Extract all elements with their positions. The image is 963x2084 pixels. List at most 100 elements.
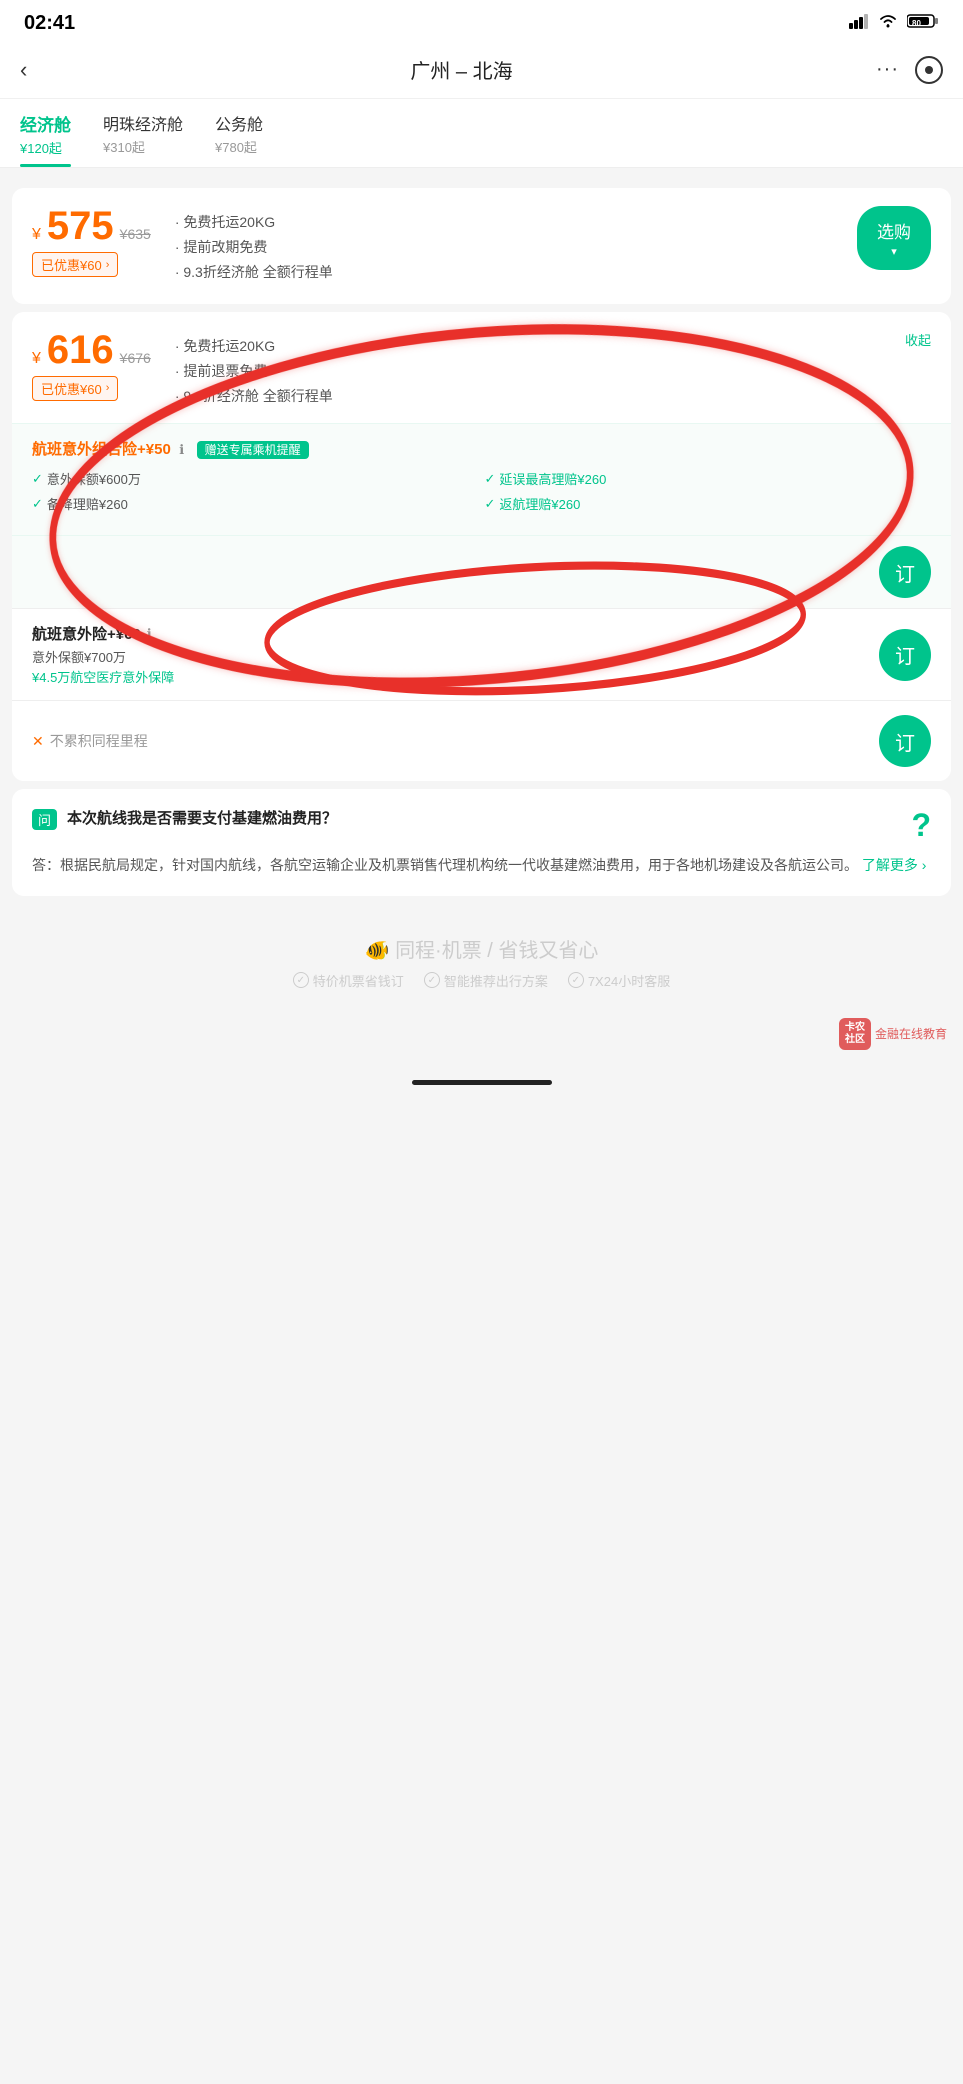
insurance-2-desc-2: ¥4.5万航空医疗意外保障 <box>32 667 879 686</box>
insurance-feature-3: ✓ 备降理赔¥260 <box>32 494 479 513</box>
check-icon-1: ✓ <box>32 471 43 487</box>
footer-feature-1: ✓ 特价机票省钱订 <box>293 971 404 990</box>
price-section-1: ¥ 575 ¥635 已优惠¥60 › <box>32 206 151 277</box>
cabin-tabs: 经济舱 ¥120起 明珠经济舱 ¥310起 公务舱 ¥780起 <box>0 99 963 168</box>
price-main-1: ¥ 575 ¥635 <box>32 206 151 246</box>
insurance-gift-badge: 赠送专属乘机提醒 <box>197 441 309 459</box>
price-original-1: ¥635 <box>120 226 151 242</box>
check-icon-2: ✓ <box>485 471 496 487</box>
select-button-1[interactable]: 选购 ▾ <box>857 206 931 270</box>
content-area: ¥ 575 ¥635 已优惠¥60 › 免费托运20KG 提前改期免费 9.3折… <box>0 168 963 1113</box>
watermark-icon: 卡农社区 <box>839 1018 871 1050</box>
flight-card-2: ¥ 616 ¥676 已优惠¥60 › 免费托运20KG 提前退票免费 9.8折… <box>12 312 951 424</box>
order-button-1[interactable]: 订 <box>879 546 931 598</box>
feature-2-3: 9.8折经济舱 全额行程单 <box>175 384 905 409</box>
tab-economy-price: ¥120起 <box>20 138 62 157</box>
status-icons: 80 <box>849 13 939 34</box>
faq-learn-more-link[interactable]: 了解更多 › <box>862 857 927 873</box>
price-main-2: ¥ 616 ¥676 <box>32 330 151 370</box>
chevron-right-icon: › <box>106 259 110 271</box>
features-section-1: 免费托运20KG 提前改期免费 9.3折经济舱 全额行程单 <box>175 206 857 286</box>
feature-1-3: 9.3折经济舱 全额行程单 <box>175 260 857 285</box>
tab-business-price: ¥780起 <box>215 137 257 156</box>
insurance-combo-title: 航班意外组合险+¥50 <box>32 441 171 458</box>
insurance-2-row: 航班意外险+¥60 ℹ 意外保额¥700万 ¥4.5万航空医疗意外保障 订 <box>12 608 951 700</box>
discount-badge-1[interactable]: 已优惠¥60 › <box>32 252 118 277</box>
signal-icon <box>849 13 869 34</box>
home-indicator <box>0 1070 963 1101</box>
fish-icon: 🐠 <box>365 940 390 962</box>
flight-card-1-row: ¥ 575 ¥635 已优惠¥60 › 免费托运20KG 提前改期免费 9.3折… <box>32 206 931 286</box>
status-bar: 02:41 80 <box>0 0 963 43</box>
features-section-2: 免费托运20KG 提前退票免费 9.8折经济舱 全额行程单 <box>175 330 905 410</box>
collapse-button[interactable]: 收起 <box>905 330 931 349</box>
svg-text:80: 80 <box>912 19 921 28</box>
footer-logo: 🐠 同程·机票 / 省钱又省心 <box>20 934 943 963</box>
camera-icon <box>925 66 933 74</box>
check-icon-4: ✓ <box>485 496 496 512</box>
page-title: 广州 – 北海 <box>60 55 863 84</box>
more-button[interactable]: ··· <box>876 58 899 81</box>
header-actions: ··· <box>863 56 943 84</box>
price-amount-2: 616 <box>47 330 114 370</box>
insurance-info-icon: ℹ <box>179 442 184 457</box>
insurance-2-info-icon: ℹ <box>147 626 152 642</box>
feature-2-1: 免费托运20KG <box>175 334 905 359</box>
flight-card-2-wrapper: ¥ 616 ¥676 已优惠¥60 › 免费托运20KG 提前退票免费 9.8折… <box>12 312 951 782</box>
camera-button[interactable] <box>915 56 943 84</box>
faq-question-text: 本次航线我是否需要支付基建燃油费用？ <box>67 807 901 828</box>
insurance-combo-section: 航班意外组合险+¥50 ℹ 赠送专属乘机提醒 ✓ 意外保额¥600万 ✓ 延误最… <box>12 423 951 535</box>
tab-business[interactable]: 公务舱 ¥780起 <box>215 111 263 167</box>
cross-icon: ✕ <box>32 733 44 750</box>
footer-feature-3: ✓ 7X24小时客服 <box>568 971 670 990</box>
price-amount-1: 575 <box>47 206 114 246</box>
price-symbol-1: ¥ <box>32 226 41 244</box>
feature-1-1: 免费托运20KG <box>175 210 857 235</box>
wifi-icon <box>877 13 899 34</box>
no-accumulate-content: ✕ 不累积同程里程 <box>32 731 148 751</box>
price-symbol-2: ¥ <box>32 350 41 368</box>
faq-q-icon: 问 <box>32 809 57 830</box>
feature-1-2: 提前改期免费 <box>175 235 857 260</box>
watermark: 卡农社区 金融在线教育 <box>0 1010 963 1070</box>
tab-economy[interactable]: 经济舱 ¥120起 <box>20 111 71 167</box>
footer-brand: 同程·机票 / 省钱又省心 <box>395 940 598 962</box>
tab-economy-label: 经济舱 <box>20 111 71 136</box>
insurance-combo-header: 航班意外组合险+¥50 ℹ 赠送专属乘机提醒 <box>32 438 931 459</box>
chevron-right-icon-2: › <box>106 382 110 394</box>
flight-card-1: ¥ 575 ¥635 已优惠¥60 › 免费托运20KG 提前改期免费 9.3折… <box>12 188 951 304</box>
watermark-text: 金融在线教育 <box>875 1025 947 1042</box>
faq-section: 问 本次航线我是否需要支付基建燃油费用？ ? 答：根据民航局规定，针对国内航线，… <box>12 789 951 896</box>
footer-features: ✓ 特价机票省钱订 ✓ 智能推荐出行方案 ✓ 7X24小时客服 <box>20 971 943 990</box>
back-button[interactable]: ‹ <box>20 57 60 83</box>
price-original-2: ¥676 <box>120 350 151 366</box>
battery-icon: 80 <box>907 13 939 34</box>
chevron-down-icon: ▾ <box>891 245 897 258</box>
no-accumulate-row: ✕ 不累积同程里程 订 <box>12 700 951 781</box>
tab-pearl-price: ¥310起 <box>103 137 145 156</box>
tab-business-label: 公务舱 <box>215 111 263 135</box>
insurance-feature-2: ✓ 延误最高理赔¥260 <box>485 469 932 488</box>
order-button-2[interactable]: 订 <box>879 629 931 681</box>
status-time: 02:41 <box>24 12 75 35</box>
insurance-2-title: 航班意外险+¥60 <box>32 623 141 644</box>
price-section-2: ¥ 616 ¥676 已优惠¥60 › <box>32 330 151 401</box>
insurance-combo-order-row: 订 <box>12 535 951 608</box>
tab-pearl-economy[interactable]: 明珠经济舱 ¥310起 <box>103 111 183 167</box>
check-icon-3: ✓ <box>32 496 43 512</box>
tab-pearl-label: 明珠经济舱 <box>103 111 183 135</box>
faq-question-row: 问 本次航线我是否需要支付基建燃油费用？ ? <box>32 807 931 844</box>
footer: 🐠 同程·机票 / 省钱又省心 ✓ 特价机票省钱订 ✓ 智能推荐出行方案 ✓ 7… <box>0 904 963 1010</box>
page-header: ‹ 广州 – 北海 ··· <box>0 43 963 99</box>
faq-answer-text: 答：根据民航局规定，针对国内航线，各航空运输企业及机票销售代理机构统一代收基建燃… <box>32 854 931 878</box>
flight-card-2-top: ¥ 616 ¥676 已优惠¥60 › 免费托运20KG 提前退票免费 9.8折… <box>32 330 931 410</box>
no-accumulate-text: 不累积同程里程 <box>50 731 148 751</box>
check-circle-icon-1: ✓ <box>293 972 309 988</box>
discount-badge-2[interactable]: 已优惠¥60 › <box>32 376 118 401</box>
insurance-2-desc-1: 意外保额¥700万 <box>32 647 879 666</box>
check-circle-icon-2: ✓ <box>424 972 440 988</box>
feature-2-2: 提前退票免费 <box>175 359 905 384</box>
faq-question-mark-icon: ? <box>911 807 931 844</box>
order-button-3[interactable]: 订 <box>879 715 931 767</box>
check-circle-icon-3: ✓ <box>568 972 584 988</box>
